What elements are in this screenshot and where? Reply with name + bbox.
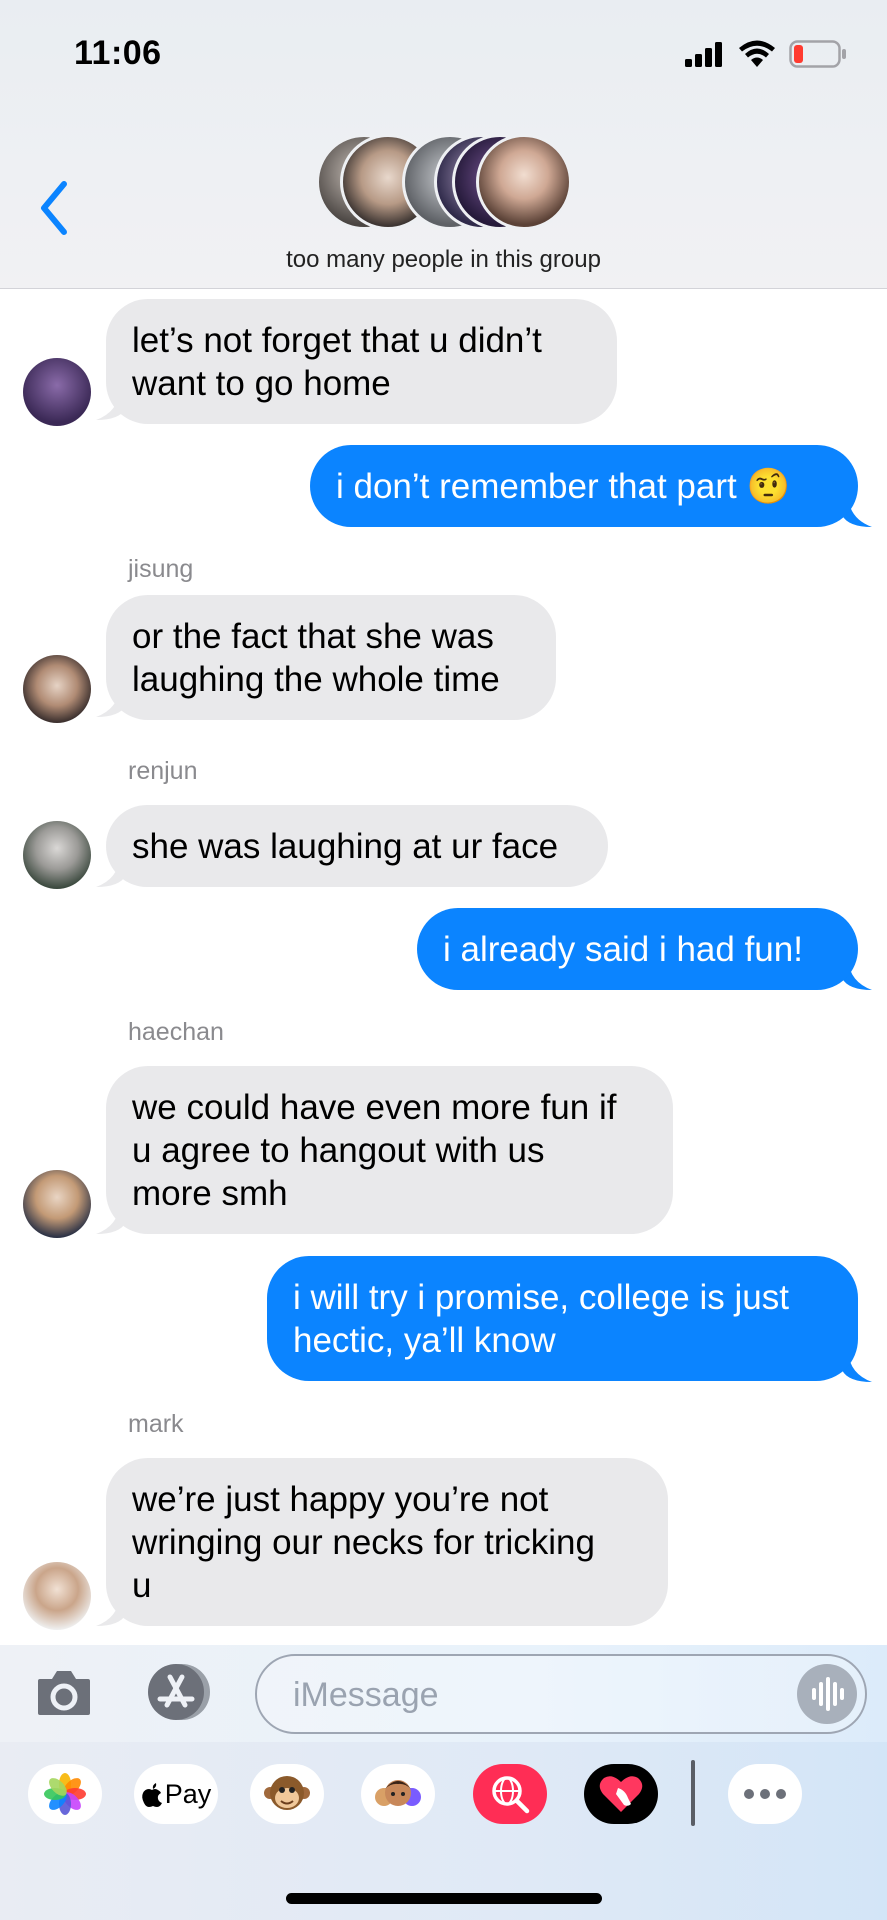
apple-pay-button[interactable]: Pay	[134, 1764, 218, 1824]
audio-message-button[interactable]	[797, 1664, 857, 1724]
photos-flower-icon	[44, 1773, 86, 1815]
sender-name: haechan	[128, 1018, 224, 1046]
wifi-icon	[739, 40, 775, 67]
camera-icon[interactable]	[36, 1667, 92, 1717]
group-name[interactable]: too many people in this group	[0, 246, 887, 274]
message-bubble[interactable]: or the fact that she was laughing the wh…	[106, 595, 556, 720]
memoji-faces-icon	[375, 1780, 421, 1806]
message-bubble[interactable]: i don’t remember that part 🤨	[310, 445, 858, 527]
digital-touch-button[interactable]	[584, 1764, 658, 1824]
monkey-face-icon	[264, 1776, 310, 1810]
message-bubble[interactable]: we could have even more fun if u agree t…	[106, 1066, 673, 1234]
message-bubble[interactable]: i will try i promise, college is just he…	[267, 1256, 858, 1381]
message-input[interactable]: iMessage	[255, 1654, 867, 1734]
message-bubble[interactable]: we’re just happy you’re not wringing our…	[106, 1458, 668, 1626]
message-bubble[interactable]: i already said i had fun!	[417, 908, 858, 990]
group-member-avatar	[476, 134, 572, 230]
incoming-message: let’s not forget that u didn’t want to g…	[0, 290, 887, 426]
more-apps-button[interactable]	[728, 1764, 802, 1824]
heart-touch-icon	[599, 1776, 643, 1812]
image-search-button[interactable]	[473, 1764, 547, 1824]
apple-pay-label: Pay	[164, 1778, 212, 1809]
animoji-button[interactable]	[250, 1764, 324, 1824]
drawer-divider	[691, 1760, 695, 1826]
battery-low-icon	[789, 40, 846, 68]
sender-avatar[interactable]	[23, 1562, 91, 1630]
compose-bar: iMessage	[0, 1645, 887, 1742]
message-bubble[interactable]: she was laughing at ur face	[106, 805, 608, 887]
sender-avatar[interactable]	[23, 821, 91, 889]
app-drawer: Pay	[0, 1742, 887, 1920]
message-bubble[interactable]: let’s not forget that u didn’t want to g…	[106, 299, 617, 424]
memoji-button[interactable]	[361, 1764, 435, 1824]
globe-search-icon	[492, 1776, 530, 1814]
photos-app-button[interactable]	[28, 1764, 102, 1824]
cellular-signal-icon	[685, 42, 722, 67]
incoming-message: she was laughing at ur face	[0, 805, 887, 890]
incoming-message: we could have even more fun if u agree t…	[0, 1066, 887, 1241]
status-time: 11:06	[74, 34, 162, 72]
sender-name: mark	[128, 1410, 184, 1438]
message-list[interactable]: let’s not forget that u didn’t want to g…	[0, 290, 887, 1646]
conversation-header: 11:06 too many people in this group	[0, 0, 887, 289]
group-avatar-stack[interactable]	[316, 134, 572, 230]
incoming-message: or the fact that she was laughing the wh…	[0, 595, 887, 725]
sender-name: jisung	[128, 555, 194, 583]
apple-logo-icon	[141, 1783, 162, 1807]
sender-avatar[interactable]	[23, 358, 91, 426]
back-chevron-icon[interactable]	[34, 178, 74, 238]
outgoing-message: i will try i promise, college is just he…	[0, 1256, 887, 1386]
status-icons	[685, 40, 847, 68]
home-indicator[interactable]	[286, 1893, 602, 1904]
message-input-placeholder: iMessage	[293, 1676, 439, 1714]
waveform-icon	[812, 1677, 844, 1711]
app-store-icon[interactable]	[142, 1663, 216, 1721]
outgoing-message: i don’t remember that part 🤨	[0, 445, 887, 530]
incoming-message: we’re just happy you’re not wringing our…	[0, 1458, 887, 1638]
sender-name: renjun	[128, 757, 198, 785]
sender-avatar[interactable]	[23, 655, 91, 723]
sender-avatar[interactable]	[23, 1170, 91, 1238]
ellipsis-icon	[744, 1789, 786, 1799]
outgoing-message: i already said i had fun!	[0, 908, 887, 993]
